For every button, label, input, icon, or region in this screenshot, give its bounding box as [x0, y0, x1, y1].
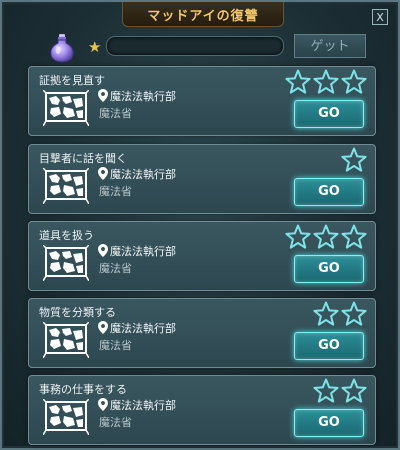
quest-card: 道具を扱う 魔法法執行部 魔法省 GO	[28, 221, 376, 291]
location-pin-icon	[98, 398, 108, 411]
close-button[interactable]: X	[372, 9, 388, 25]
star-progress-bar	[106, 36, 284, 56]
potion-icon	[50, 34, 74, 63]
star-outline-icon	[341, 378, 367, 403]
location-pin-icon	[98, 89, 108, 102]
quest-department: 魔法法執行部	[110, 168, 176, 181]
reward-header: ★ ゲット	[2, 30, 400, 66]
star-outline-icon	[313, 301, 339, 326]
quest-department: 魔法法執行部	[110, 245, 176, 258]
map-icon	[43, 245, 89, 281]
go-button[interactable]: GO	[294, 332, 364, 360]
go-button[interactable]: GO	[294, 100, 364, 128]
go-button-label: GO	[318, 415, 340, 430]
quest-ministry: 魔法省	[99, 262, 132, 275]
window-title: マッドアイの復讐	[147, 8, 259, 24]
map-icon	[43, 90, 89, 126]
location-pin-icon	[98, 167, 108, 180]
quest-ministry: 魔法省	[99, 107, 132, 120]
title-bar: マッドアイの復讐	[122, 2, 284, 27]
quest-ministry: 魔法省	[99, 185, 132, 198]
go-button[interactable]: GO	[294, 409, 364, 437]
quest-department: 魔法法執行部	[110, 399, 176, 412]
quest-panel: マッドアイの復讐 X ★ ゲット 証拠を見直す 魔法法執行部 魔法省 GO 目撃…	[0, 0, 400, 450]
location-pin-icon	[98, 321, 108, 334]
go-button-label: GO	[318, 184, 340, 199]
quest-department: 魔法法執行部	[110, 322, 176, 335]
get-button[interactable]: ゲット	[294, 34, 366, 58]
quest-card: 目撃者に話を聞く 魔法法執行部 魔法省 GO	[28, 144, 376, 214]
quest-card: 事務の仕事をする 魔法法執行部 魔法省 GO	[28, 375, 376, 445]
go-button-label: GO	[318, 106, 340, 121]
star-outline-icon	[313, 224, 339, 249]
quest-stars	[341, 147, 367, 173]
location-pin-icon	[98, 244, 108, 257]
map-icon	[43, 399, 89, 435]
star-outline-icon	[313, 69, 339, 94]
go-button-label: GO	[318, 261, 340, 276]
star-outline-icon	[285, 224, 311, 249]
quest-card: 物質を分類する 魔法法執行部 魔法省 GO	[28, 298, 376, 368]
star-outline-icon	[341, 224, 367, 249]
quest-stars	[285, 69, 367, 95]
star-icon: ★	[88, 38, 102, 56]
go-button[interactable]: GO	[294, 178, 364, 206]
map-icon	[43, 322, 89, 358]
quest-title: 物質を分類する	[39, 306, 116, 319]
quest-card: 証拠を見直す 魔法法執行部 魔法省 GO	[28, 66, 376, 136]
quest-ministry: 魔法省	[99, 416, 132, 429]
quest-title: 目撃者に話を聞く	[39, 152, 127, 165]
star-outline-icon	[341, 301, 367, 326]
quest-ministry: 魔法省	[99, 339, 132, 352]
map-icon	[43, 168, 89, 204]
go-button-label: GO	[318, 338, 340, 353]
star-outline-icon	[341, 69, 367, 94]
quest-stars	[313, 378, 367, 404]
quest-department: 魔法法執行部	[110, 90, 176, 103]
quest-stars	[313, 301, 367, 327]
star-outline-icon	[313, 378, 339, 403]
quest-title: 事務の仕事をする	[39, 383, 127, 396]
star-outline-icon	[285, 69, 311, 94]
quest-title: 証拠を見直す	[39, 74, 105, 87]
star-outline-icon	[341, 147, 367, 172]
go-button[interactable]: GO	[294, 255, 364, 283]
quest-title: 道具を扱う	[39, 229, 94, 242]
quest-stars	[285, 224, 367, 250]
